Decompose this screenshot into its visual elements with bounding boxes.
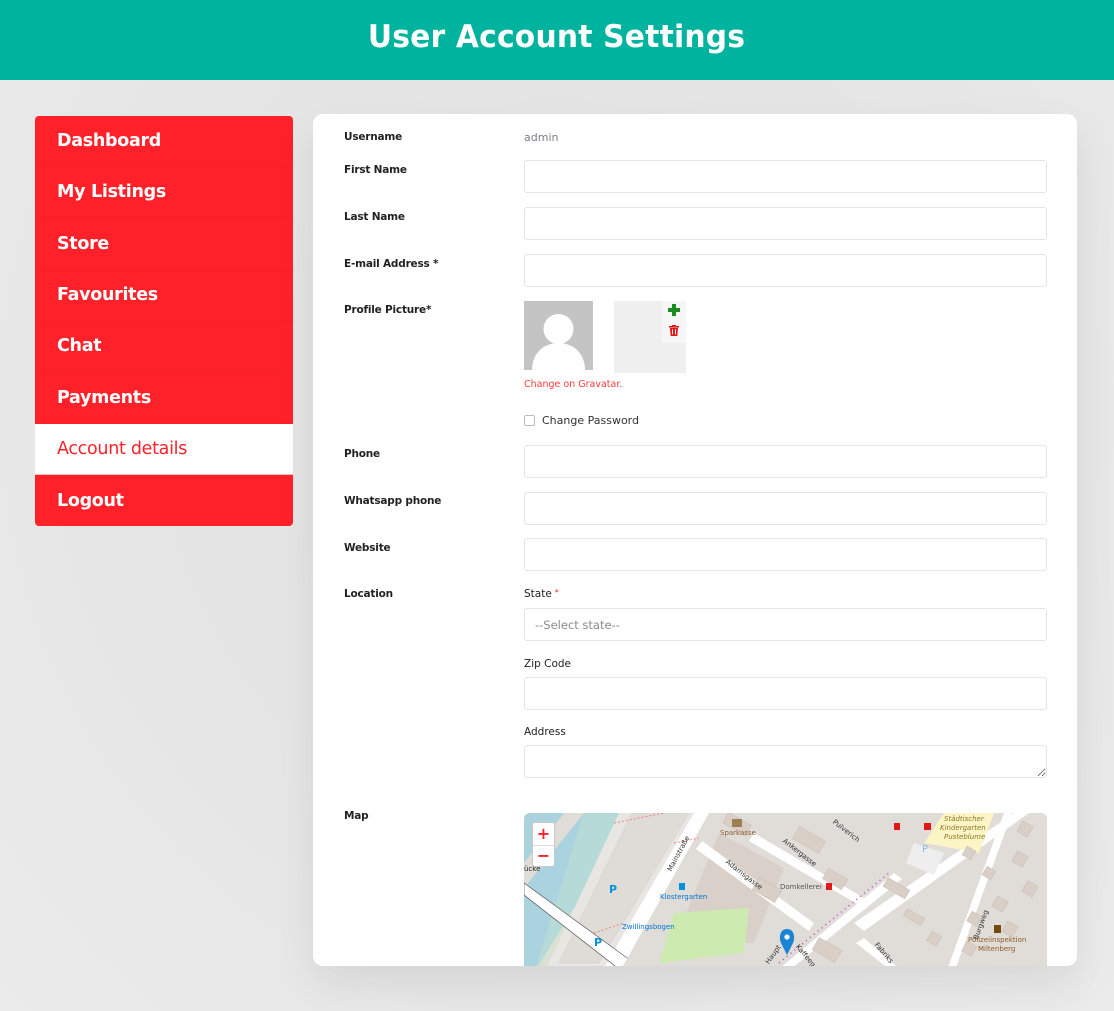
last-name-label: Last Name xyxy=(344,211,405,223)
state-label-text: State xyxy=(524,588,552,600)
email-input[interactable] xyxy=(524,254,1047,287)
username-value: admin xyxy=(524,131,559,144)
phone-label: Phone xyxy=(344,448,380,460)
change-password-label: Change Password xyxy=(542,414,639,427)
location-label: Location xyxy=(344,588,393,600)
required-mark: * xyxy=(554,588,559,597)
map-label-polizei-1: Polizeiinspektion xyxy=(968,936,1027,944)
address-textarea[interactable] xyxy=(524,745,1047,778)
svg-text:P: P xyxy=(594,936,602,949)
sidebar-nav: Dashboard My Listings Store Favourites C… xyxy=(35,116,293,527)
profile-picture-label: Profile Picture* xyxy=(344,304,432,316)
sidebar-item-my-listings[interactable]: My Listings xyxy=(35,167,293,219)
last-name-input[interactable] xyxy=(524,207,1047,240)
zip-code-label: Zip Code xyxy=(524,658,571,670)
avatar-placeholder xyxy=(524,301,593,370)
page-header: User Account Settings xyxy=(0,0,1114,80)
svg-text:P: P xyxy=(609,883,617,896)
username-label: Username xyxy=(344,131,403,143)
phone-input[interactable] xyxy=(524,445,1047,478)
zip-code-input[interactable] xyxy=(524,677,1047,710)
change-on-gravatar-link[interactable]: Change on Gravatar. xyxy=(524,379,622,390)
map-zoom-in-button[interactable]: + xyxy=(533,823,554,845)
change-password-toggle[interactable]: Change Password xyxy=(524,414,639,427)
state-select[interactable]: --Select state-- xyxy=(524,608,1047,641)
sidebar-item-account-details[interactable]: Account details xyxy=(35,423,293,476)
sidebar-item-payments[interactable]: Payments xyxy=(35,372,293,424)
website-label: Website xyxy=(344,542,391,554)
profile-picture-upload[interactable] xyxy=(614,301,686,373)
plus-icon[interactable] xyxy=(668,304,680,316)
map-label-polizei-2: Miltenberg xyxy=(978,945,1016,953)
sidebar-item-dashboard[interactable]: Dashboard xyxy=(35,116,293,168)
sidebar-item-favourites[interactable]: Favourites xyxy=(35,270,293,322)
svg-text:P: P xyxy=(922,844,928,855)
map-label-zwillingsbogen: Zwillingsbogen xyxy=(622,923,675,931)
map-label-kindergarten-1: Städtischer xyxy=(944,815,984,823)
user-silhouette-icon xyxy=(532,314,585,370)
trash-icon[interactable] xyxy=(669,325,679,336)
map-label-domkellerei: Domkellerei xyxy=(780,883,822,891)
first-name-input[interactable] xyxy=(524,160,1047,193)
state-label: State * xyxy=(524,588,559,600)
website-input[interactable] xyxy=(524,538,1047,571)
first-name-label: First Name xyxy=(344,164,407,176)
upload-actions xyxy=(662,301,686,343)
sidebar-item-logout[interactable]: Logout xyxy=(35,475,293,526)
map-label-kindergarten-2: Kindergarten xyxy=(940,824,986,832)
page-title: User Account Settings xyxy=(368,19,746,55)
location-map[interactable]: P P P Sparkasse Mainstraße Klostergarten… xyxy=(524,813,1047,966)
map-label-sparkasse: Sparkasse xyxy=(720,829,756,837)
map-label: Map xyxy=(344,810,369,822)
map-zoom-out-button[interactable]: − xyxy=(533,844,554,867)
email-label: E-mail Address * xyxy=(344,258,439,270)
sidebar-item-store[interactable]: Store xyxy=(35,219,293,270)
sidebar-item-chat[interactable]: Chat xyxy=(35,321,293,373)
change-password-checkbox[interactable] xyxy=(524,415,535,426)
account-form-card: Username admin First Name Last Name E-ma… xyxy=(313,114,1077,966)
whatsapp-label: Whatsapp phone xyxy=(344,495,442,507)
map-label-klostergarten: Klostergarten xyxy=(660,893,708,901)
map-zoom-control: + − xyxy=(532,822,555,867)
address-label: Address xyxy=(524,726,566,738)
whatsapp-input[interactable] xyxy=(524,492,1047,525)
map-label-kindergarten-3: Pusteblume xyxy=(944,833,986,841)
